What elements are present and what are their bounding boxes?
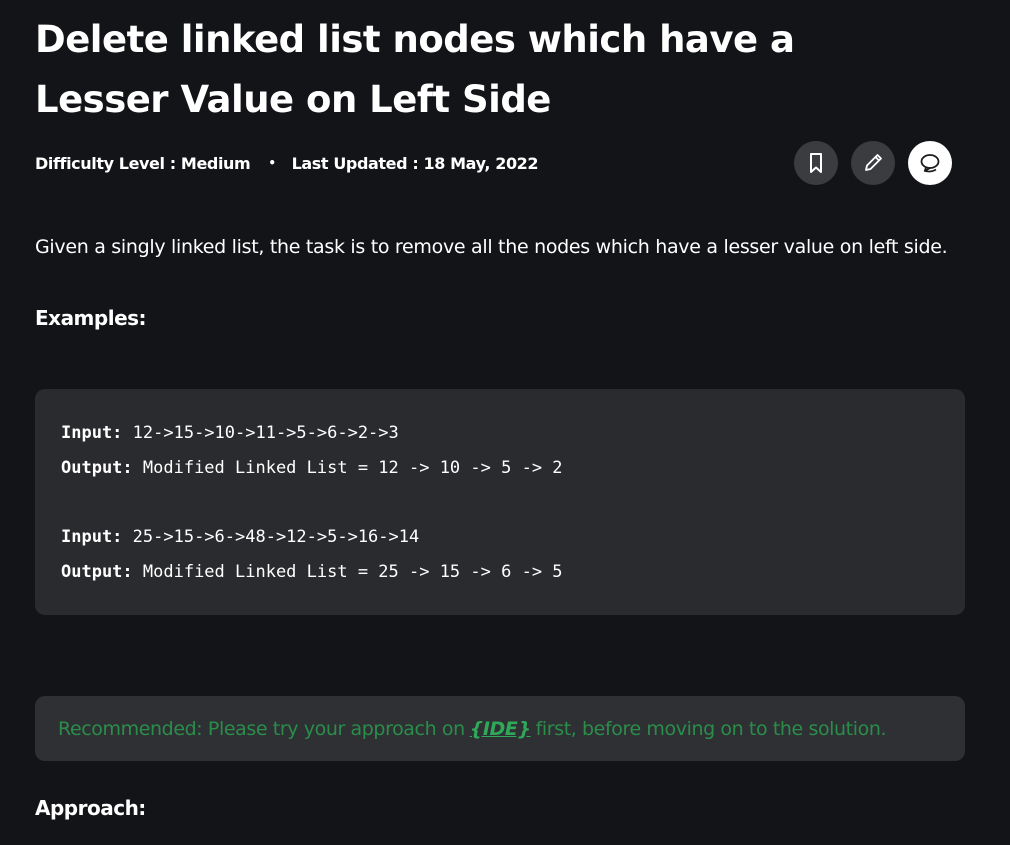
- output-label: Output:: [61, 562, 133, 582]
- code-spacer: [61, 489, 939, 523]
- output-value: Modified Linked List = 12 -> 10 -> 5 -> …: [132, 458, 563, 478]
- last-updated: Last Updated : 18 May, 2022: [291, 153, 539, 173]
- example-output-line: Output: Modified Linked List = 12 -> 10 …: [61, 454, 939, 489]
- example-output-line: Output: Modified Linked List = 25 -> 15 …: [61, 558, 939, 593]
- input-label: Input:: [61, 527, 123, 547]
- difficulty-level: Difficulty Level : Medium: [35, 153, 251, 173]
- input-label: Input:: [61, 423, 123, 443]
- pencil-icon: [865, 154, 882, 171]
- meta-separator: •: [268, 156, 276, 170]
- article-actions: [794, 141, 952, 185]
- output-value: Modified Linked List = 25 -> 15 -> 6 -> …: [132, 562, 563, 582]
- recommendation-suffix: first, before moving on to the solution.: [535, 717, 887, 740]
- article-meta: Difficulty Level : Medium • Last Updated…: [35, 151, 539, 175]
- recommendation-box: Recommended: Please try your approach on…: [35, 696, 965, 761]
- comment-button[interactable]: [908, 141, 952, 185]
- examples-heading: Examples:: [35, 306, 147, 330]
- approach-heading: Approach:: [35, 796, 146, 820]
- ide-link[interactable]: {IDE}: [470, 718, 531, 740]
- output-label: Output:: [61, 458, 133, 478]
- example-input-line: Input: 12->15->10->11->5->6->2->3: [61, 419, 939, 454]
- chat-icon: [920, 154, 940, 173]
- examples-code-block: Input: 12->15->10->11->5->6->2->3 Output…: [35, 389, 965, 615]
- bookmark-button[interactable]: [794, 141, 838, 185]
- input-value: 12->15->10->11->5->6->2->3: [122, 423, 399, 443]
- article-title: Delete linked list nodes which have a Le…: [35, 18, 795, 121]
- recommendation-text: Recommended: Please try your approach on: [58, 717, 465, 740]
- article-page: Delete linked list nodes which have a Le…: [0, 0, 1010, 845]
- article-intro: Given a singly linked list, the task is …: [35, 236, 948, 258]
- example-input-line: Input: 25->15->6->48->12->5->16->14: [61, 523, 939, 558]
- input-value: 25->15->6->48->12->5->16->14: [122, 527, 420, 547]
- edit-button[interactable]: [851, 141, 895, 185]
- bookmark-icon: [810, 153, 822, 173]
